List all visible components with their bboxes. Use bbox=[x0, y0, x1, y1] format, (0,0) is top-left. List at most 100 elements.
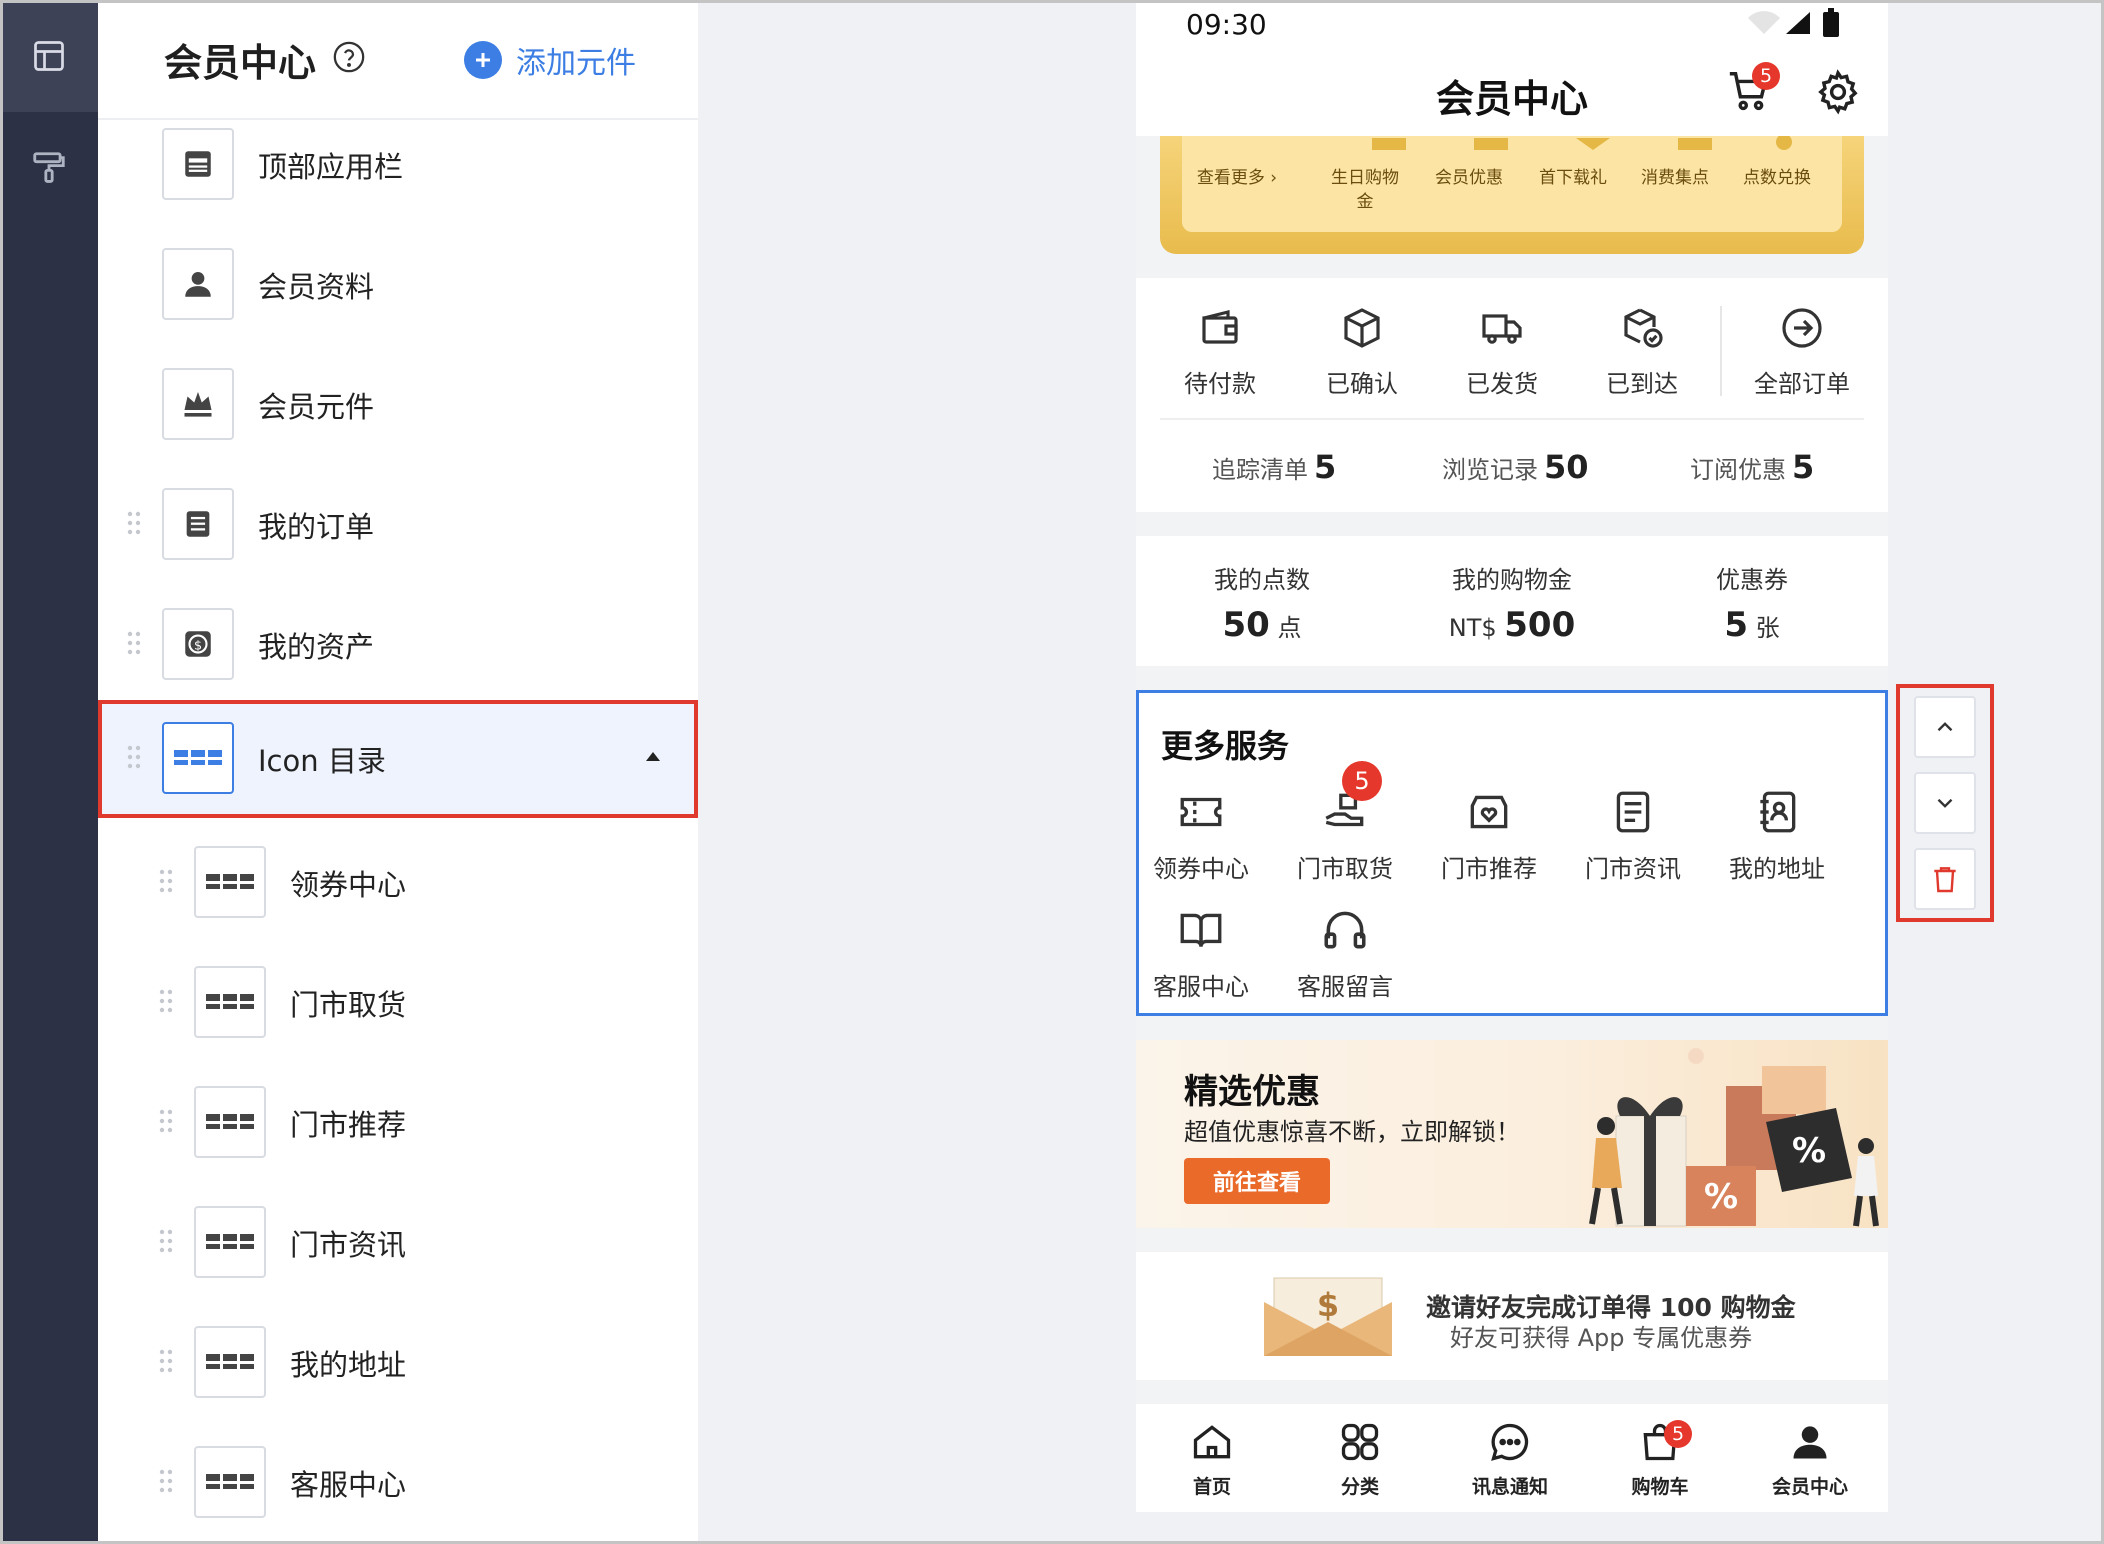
bottom-tab-bar: 首页 分类 讯息通知 5 购物车 会员中心 bbox=[1136, 1404, 1888, 1512]
list-icon bbox=[162, 488, 234, 560]
order-label: 已到达 bbox=[1606, 370, 1678, 398]
tab-cart[interactable]: 5 购物车 bbox=[1600, 1420, 1720, 1499]
perk-first-download[interactable]: 首下载礼 bbox=[1528, 166, 1618, 190]
tab-home[interactable]: 首页 bbox=[1152, 1420, 1272, 1499]
component-row-icon-directory[interactable]: Icon 目录 bbox=[98, 704, 698, 814]
perk-member-discount[interactable]: 会员优惠 bbox=[1424, 166, 1514, 190]
service-label: 门市资讯 bbox=[1585, 855, 1681, 883]
tab-label: 分类 bbox=[1340, 1476, 1379, 1498]
service-store-pickup[interactable]: 5 门市取货 bbox=[1273, 761, 1417, 884]
featured-deals-banner[interactable]: 精选优惠 超值优惠惊喜不断，立即解锁！ 前往查看 % % bbox=[1136, 1040, 1888, 1228]
child-row-coupon-center[interactable]: 领券中心 bbox=[98, 828, 698, 938]
asset-points[interactable]: 我的点数 50 点 bbox=[1142, 560, 1382, 645]
component-label: 门市资讯 bbox=[290, 1228, 407, 1262]
child-row-my-address[interactable]: 我的地址 bbox=[98, 1308, 698, 1418]
stat-browse-history[interactable]: 浏览记录 50 bbox=[1442, 448, 1589, 486]
perk-points-redeem[interactable]: 点数兑换 bbox=[1732, 166, 1822, 190]
more-services-section[interactable]: 更多服务 领券中心 5 门市取货 门市推荐 门市资讯 我的地址 客服中心 客服留… bbox=[1136, 690, 1888, 1016]
side-rail bbox=[0, 0, 98, 1544]
delete-button[interactable] bbox=[1914, 848, 1976, 910]
child-row-store-pickup[interactable]: 门市取货 bbox=[98, 948, 698, 1058]
stat-label: 追踪清单 bbox=[1212, 456, 1308, 484]
asset-shopping-credit[interactable]: 我的购物金 NT$ 500 bbox=[1392, 560, 1632, 645]
move-down-button[interactable] bbox=[1914, 772, 1976, 834]
box-icon bbox=[1344, 308, 1380, 348]
service-my-address[interactable]: 我的地址 bbox=[1705, 787, 1849, 884]
component-row-my-orders[interactable]: 我的订单 bbox=[98, 470, 698, 580]
service-store-recommend[interactable]: 门市推荐 bbox=[1417, 787, 1561, 884]
drag-handle-icon[interactable] bbox=[158, 1228, 174, 1254]
perk-birthday-credit[interactable]: 生日购物金 bbox=[1330, 166, 1400, 214]
service-customer-center[interactable]: 客服中心 bbox=[1136, 905, 1273, 1002]
component-label: 门市推荐 bbox=[290, 1108, 407, 1142]
drag-handle-icon[interactable] bbox=[158, 1108, 174, 1134]
grid-icon bbox=[194, 846, 266, 918]
orders-card: 待付款 已确认 已发货 已到达 全部订单 追踪清单 5 浏览记录 50 订阅优惠 5 bbox=[1136, 278, 1888, 512]
paint-roller-icon bbox=[33, 152, 65, 183]
service-store-news[interactable]: 门市资讯 bbox=[1561, 787, 1705, 884]
tab-label: 首页 bbox=[1192, 1476, 1231, 1498]
drag-handle-icon[interactable] bbox=[126, 630, 142, 656]
grid-icon bbox=[194, 1086, 266, 1158]
perk-view-more-link[interactable]: 查看更多 › bbox=[1192, 166, 1282, 190]
truck-icon bbox=[1482, 314, 1522, 344]
service-customer-message[interactable]: 客服留言 bbox=[1273, 905, 1417, 1002]
stat-subscribed-deals[interactable]: 订阅优惠 5 bbox=[1690, 448, 1814, 486]
component-row-my-assets[interactable]: $ 我的资产 bbox=[98, 590, 698, 700]
cart-tab-badge: 5 bbox=[1664, 1420, 1692, 1448]
asset-unit: 点 bbox=[1277, 614, 1302, 642]
tab-messages[interactable]: 讯息通知 bbox=[1450, 1420, 1570, 1499]
plus-circle-icon bbox=[464, 41, 502, 79]
order-all[interactable]: 全部订单 bbox=[1732, 304, 1872, 399]
stat-label: 浏览记录 bbox=[1442, 456, 1538, 484]
layout-tab[interactable] bbox=[0, 0, 98, 112]
drag-handle-icon[interactable] bbox=[158, 1468, 174, 1494]
drag-handle-icon[interactable] bbox=[126, 510, 142, 536]
order-arrived[interactable]: 已到达 bbox=[1572, 304, 1712, 399]
style-tab[interactable] bbox=[0, 112, 98, 224]
document-icon bbox=[1616, 791, 1650, 833]
child-row-customer-service[interactable]: 客服中心 bbox=[98, 1428, 698, 1538]
tab-member-center[interactable]: 会员中心 bbox=[1750, 1420, 1870, 1499]
settings-button[interactable] bbox=[1814, 68, 1862, 116]
add-component-button[interactable]: 添加元件 bbox=[464, 38, 636, 82]
child-row-store-news[interactable]: 门市资讯 bbox=[98, 1188, 698, 1298]
grid-icon bbox=[162, 722, 234, 794]
collapse-caret-icon[interactable] bbox=[646, 752, 660, 761]
drag-handle-icon[interactable] bbox=[158, 1348, 174, 1374]
order-confirmed[interactable]: 已确认 bbox=[1292, 304, 1432, 399]
banner-cta-button[interactable]: 前往查看 bbox=[1184, 1158, 1330, 1204]
service-coupon-center[interactable]: 领券中心 bbox=[1136, 787, 1273, 884]
component-label: 我的地址 bbox=[290, 1348, 407, 1382]
address-book-icon bbox=[1760, 791, 1796, 833]
drag-handle-icon[interactable] bbox=[158, 868, 174, 894]
ticket-icon bbox=[1180, 797, 1222, 827]
service-label: 领券中心 bbox=[1153, 855, 1249, 883]
stat-value: 5 bbox=[1314, 448, 1337, 486]
drag-handle-icon[interactable] bbox=[126, 744, 142, 770]
component-row-member-widget[interactable]: 会员元件 bbox=[98, 350, 698, 460]
child-row-store-recommend[interactable]: 门市推荐 bbox=[98, 1068, 698, 1178]
component-panel: 会员中心 添加元件 顶部应用栏 会员资料 会员元件 我的订单 $ 我的资产 Ic… bbox=[98, 0, 698, 1544]
move-up-button[interactable] bbox=[1914, 696, 1976, 758]
perk-points-collect[interactable]: 消费集点 bbox=[1630, 166, 1720, 190]
service-badge: 5 bbox=[1342, 761, 1382, 801]
perk-icon bbox=[1372, 136, 1792, 150]
asset-coupons[interactable]: 优惠券 5 张 bbox=[1632, 560, 1872, 645]
invite-friends-card[interactable]: $ 邀请好友完成订单得 100 购物金 好友可获得 App 专属优惠券 bbox=[1136, 1252, 1888, 1380]
component-label: Icon 目录 bbox=[258, 744, 386, 778]
box-check-icon bbox=[1624, 308, 1663, 348]
help-icon[interactable] bbox=[332, 40, 366, 74]
component-row-top-app-bar[interactable]: 顶部应用栏 bbox=[98, 110, 698, 220]
stat-tracking-list[interactable]: 追踪清单 5 bbox=[1212, 448, 1336, 486]
gear-icon bbox=[1818, 69, 1858, 115]
component-row-member-profile[interactable]: 会员资料 bbox=[98, 230, 698, 340]
order-pending-payment[interactable]: 待付款 bbox=[1150, 304, 1290, 399]
panel-title: 会员中心 bbox=[164, 41, 317, 85]
section-controls bbox=[1896, 684, 1994, 922]
cart-button[interactable]: 5 bbox=[1726, 62, 1780, 114]
tab-category[interactable]: 分类 bbox=[1300, 1420, 1420, 1499]
divider bbox=[1720, 306, 1722, 396]
order-shipped[interactable]: 已发货 bbox=[1432, 304, 1572, 399]
drag-handle-icon[interactable] bbox=[158, 988, 174, 1014]
